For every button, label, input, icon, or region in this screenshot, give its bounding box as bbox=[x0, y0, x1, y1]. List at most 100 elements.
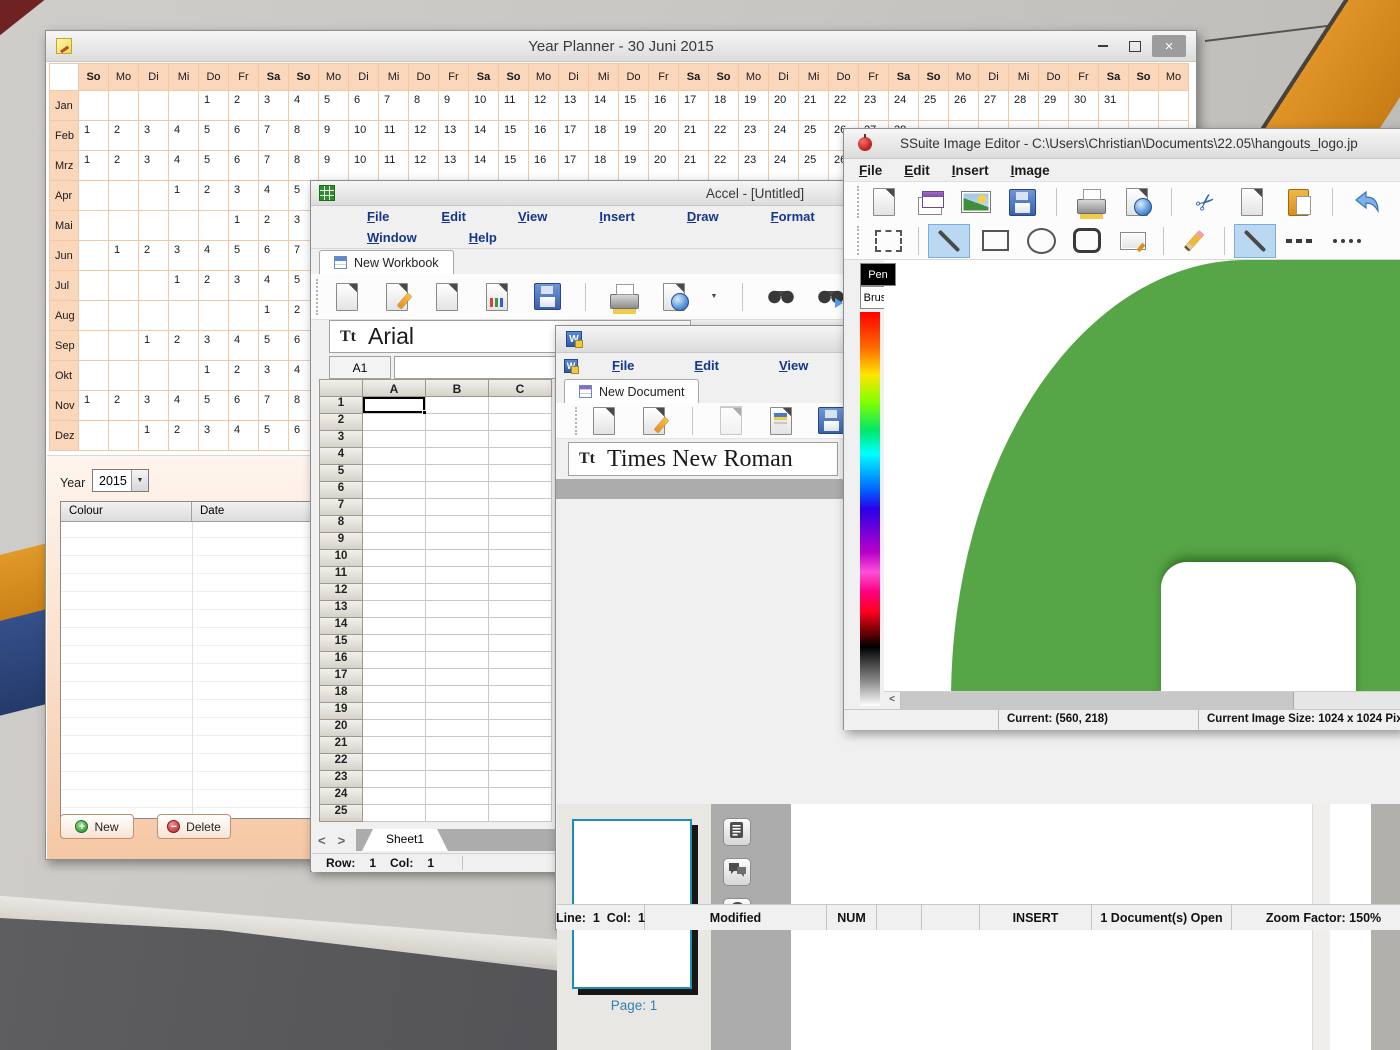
calendar-day-cell[interactable] bbox=[229, 301, 259, 331]
print-icon[interactable] bbox=[1074, 186, 1108, 218]
rounded-rect-tool-icon[interactable] bbox=[1070, 225, 1104, 257]
calendar-day-cell[interactable]: 1 bbox=[199, 361, 229, 391]
calendar-day-cell[interactable] bbox=[199, 301, 229, 331]
sheet-cell[interactable] bbox=[489, 771, 552, 788]
sheet-cell[interactable] bbox=[489, 703, 552, 720]
calendar-day-cell[interactable]: 1 bbox=[79, 151, 109, 181]
calendar-day-cell[interactable]: 5 bbox=[229, 241, 259, 271]
sheet-cell[interactable] bbox=[426, 533, 489, 550]
calendar-day-cell[interactable]: 21 bbox=[799, 91, 829, 121]
maximize-button[interactable] bbox=[1120, 35, 1150, 57]
new-document-icon[interactable] bbox=[330, 281, 364, 313]
save-icon[interactable] bbox=[530, 281, 564, 313]
sheet-cell[interactable] bbox=[489, 788, 552, 805]
image-editor-titlebar[interactable]: SSuite Image Editor - C:\Users\Christian… bbox=[844, 129, 1400, 159]
calendar-day-cell[interactable]: 9 bbox=[439, 91, 469, 121]
calendar-day-cell[interactable]: 5 bbox=[259, 331, 289, 361]
calendar-day-cell[interactable]: 3 bbox=[199, 331, 229, 361]
calendar-day-cell[interactable]: 17 bbox=[559, 151, 589, 181]
calendar-day-cell[interactable]: 2 bbox=[199, 271, 229, 301]
calendar-day-cell[interactable]: 18 bbox=[589, 151, 619, 181]
calendar-day-cell[interactable] bbox=[139, 271, 169, 301]
export-web-icon[interactable] bbox=[657, 281, 691, 313]
calendar-day-cell[interactable]: 6 bbox=[229, 121, 259, 151]
calendar-day-cell[interactable]: 28 bbox=[1009, 91, 1039, 121]
sheet-cell[interactable] bbox=[489, 805, 552, 822]
calendar-day-cell[interactable]: 2 bbox=[109, 121, 139, 151]
sheet-cell[interactable] bbox=[426, 448, 489, 465]
sheet-cell[interactable] bbox=[489, 448, 552, 465]
row-header[interactable]: 23 bbox=[319, 771, 363, 788]
calendar-day-cell[interactable] bbox=[139, 301, 169, 331]
menu-view[interactable]: View bbox=[492, 206, 573, 227]
calendar-day-cell[interactable]: 24 bbox=[769, 121, 799, 151]
sheet-cell[interactable] bbox=[489, 618, 552, 635]
sheet-cell[interactable] bbox=[363, 414, 426, 431]
sheet-cell[interactable] bbox=[363, 516, 426, 533]
export-web-icon[interactable] bbox=[1120, 186, 1154, 218]
line-tool-icon[interactable] bbox=[932, 225, 966, 257]
sheet-cell[interactable] bbox=[426, 431, 489, 448]
calendar-day-cell[interactable]: 1 bbox=[109, 241, 139, 271]
sheet-cell[interactable] bbox=[363, 499, 426, 516]
sheet-cell[interactable] bbox=[489, 414, 552, 431]
calendar-day-cell[interactable]: 2 bbox=[139, 241, 169, 271]
calendar-day-cell[interactable]: 1 bbox=[199, 91, 229, 121]
calendar-day-cell[interactable]: 12 bbox=[529, 91, 559, 121]
sheet-cell[interactable] bbox=[363, 771, 426, 788]
sheet-cell[interactable] bbox=[426, 618, 489, 635]
calendar-day-cell[interactable]: 1 bbox=[139, 421, 169, 451]
copy-pages-icon[interactable] bbox=[430, 281, 464, 313]
sheet-cell[interactable] bbox=[363, 482, 426, 499]
year-planner-titlebar[interactable]: Year Planner - 30 Juni 2015 × bbox=[46, 31, 1196, 62]
calendar-day-cell[interactable]: 20 bbox=[649, 151, 679, 181]
row-header[interactable]: 25 bbox=[319, 805, 363, 822]
dot-style-tool-button[interactable] bbox=[1326, 224, 1368, 258]
row-header[interactable]: 12 bbox=[319, 584, 363, 601]
row-header[interactable]: 17 bbox=[319, 669, 363, 686]
calendar-day-cell[interactable] bbox=[109, 361, 139, 391]
calendar-day-cell[interactable]: 3 bbox=[139, 391, 169, 421]
calendar-day-cell[interactable]: 8 bbox=[409, 91, 439, 121]
sheet-cell[interactable] bbox=[426, 397, 489, 414]
pencil-tool-tool-button[interactable] bbox=[1173, 224, 1215, 258]
calendar-day-cell[interactable]: 25 bbox=[799, 151, 829, 181]
calendar-day-cell[interactable]: 19 bbox=[619, 151, 649, 181]
row-header[interactable]: 10 bbox=[319, 550, 363, 567]
sheet-cell[interactable] bbox=[489, 652, 552, 669]
sheet-cell[interactable] bbox=[363, 686, 426, 703]
calendar-day-cell[interactable]: 15 bbox=[499, 121, 529, 151]
calendar-day-cell[interactable]: 1 bbox=[79, 391, 109, 421]
sheet-cell[interactable] bbox=[363, 805, 426, 822]
calendar-day-cell[interactable]: 2 bbox=[229, 91, 259, 121]
calendar-day-cell[interactable]: 25 bbox=[799, 121, 829, 151]
row-header[interactable]: 22 bbox=[319, 754, 363, 771]
sheet-cell[interactable] bbox=[489, 550, 552, 567]
calendar-day-cell[interactable]: 1 bbox=[79, 121, 109, 151]
calendar-day-cell[interactable]: 9 bbox=[319, 121, 349, 151]
sheet-cell[interactable] bbox=[426, 482, 489, 499]
sheet-cell[interactable] bbox=[363, 397, 426, 414]
sheet-cell[interactable] bbox=[489, 737, 552, 754]
calendar-day-cell[interactable] bbox=[139, 361, 169, 391]
sheet-cell[interactable] bbox=[363, 533, 426, 550]
calendar-day-cell[interactable]: 14 bbox=[589, 91, 619, 121]
rect-tool-icon[interactable] bbox=[978, 225, 1012, 257]
close-button[interactable]: × bbox=[1152, 35, 1186, 57]
calendar-day-cell[interactable] bbox=[79, 301, 109, 331]
sheet-cell[interactable] bbox=[489, 669, 552, 686]
calendar-day-cell[interactable]: 22 bbox=[709, 121, 739, 151]
rounded-rect-tool-tool-button[interactable] bbox=[1066, 224, 1108, 258]
sheet-cell[interactable] bbox=[489, 635, 552, 652]
sheet-cell[interactable] bbox=[426, 652, 489, 669]
sheet-cell[interactable] bbox=[426, 788, 489, 805]
menu-image[interactable]: Image bbox=[1000, 159, 1061, 181]
calendar-day-cell[interactable]: 22 bbox=[709, 151, 739, 181]
sheet-cell[interactable] bbox=[363, 737, 426, 754]
dropdown-arrow-icon[interactable] bbox=[707, 281, 721, 313]
calendar-day-cell[interactable]: 6 bbox=[229, 151, 259, 181]
calendar-day-cell[interactable]: 9 bbox=[319, 151, 349, 181]
sheet-cell[interactable] bbox=[363, 703, 426, 720]
calendar-day-cell[interactable]: 17 bbox=[559, 121, 589, 151]
menu-insert[interactable]: Insert bbox=[573, 206, 660, 227]
